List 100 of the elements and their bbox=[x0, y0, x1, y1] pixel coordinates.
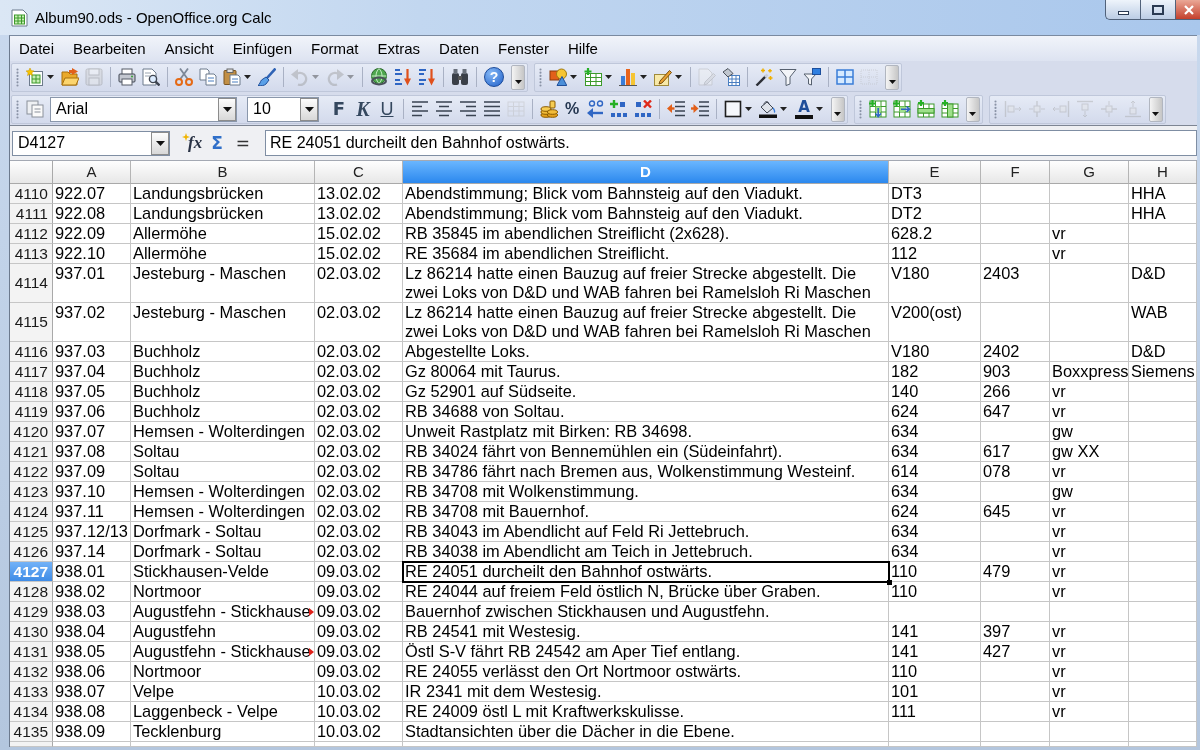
insert-columns-icon[interactable] bbox=[940, 100, 959, 118]
grid-plus-icon[interactable] bbox=[584, 68, 602, 86]
plus-squares-icon[interactable] bbox=[610, 100, 629, 118]
dropdown-button[interactable] bbox=[151, 131, 169, 155]
justify-icon[interactable] bbox=[483, 100, 501, 118]
caret-icon[interactable] bbox=[570, 75, 577, 79]
column-header[interactable]: F bbox=[981, 161, 1050, 184]
row-header[interactable]: 4114 bbox=[10, 264, 53, 303]
grip-icon[interactable] bbox=[993, 99, 997, 119]
menu-item[interactable]: Ansicht bbox=[155, 40, 224, 57]
row-header[interactable]: 4124 bbox=[10, 502, 53, 522]
dropdown-button[interactable] bbox=[218, 97, 236, 121]
column-header[interactable]: H bbox=[1129, 161, 1197, 184]
grip-icon[interactable] bbox=[539, 67, 542, 87]
row-header[interactable]: 4110 bbox=[10, 184, 53, 204]
toolbar-overflow-button[interactable] bbox=[1148, 96, 1163, 122]
row-header[interactable]: 4120 bbox=[10, 422, 53, 442]
align-right-icon[interactable] bbox=[459, 100, 477, 118]
toolbar-overflow-button[interactable] bbox=[830, 96, 845, 122]
align-center-icon[interactable] bbox=[435, 100, 453, 118]
bold-button[interactable]: F bbox=[329, 98, 349, 120]
row-header[interactable]: 4134 bbox=[10, 702, 53, 722]
magic-wand-icon[interactable] bbox=[755, 68, 773, 86]
menu-item[interactable]: Datei bbox=[10, 40, 65, 57]
cross-squares-icon[interactable] bbox=[634, 100, 653, 118]
filter-icon[interactable] bbox=[779, 68, 797, 86]
square-icon[interactable] bbox=[724, 100, 743, 118]
menu-item[interactable]: Einfügen bbox=[223, 40, 302, 57]
row-header[interactable]: 4125 bbox=[10, 522, 53, 542]
row-header[interactable]: 4121 bbox=[10, 442, 53, 462]
row-header[interactable]: 4112 bbox=[10, 224, 53, 244]
row-header[interactable]: 4122 bbox=[10, 462, 53, 482]
pencil-icon[interactable] bbox=[654, 68, 672, 86]
fill-handle-icon[interactable] bbox=[887, 580, 892, 585]
toolbar-overflow-button[interactable] bbox=[885, 64, 899, 90]
row-header[interactable]: 4135 bbox=[10, 722, 53, 742]
paint-bucket-icon[interactable] bbox=[759, 100, 778, 118]
align-left-icon[interactable] bbox=[411, 100, 429, 118]
function-wizard-button[interactable]: fx bbox=[182, 133, 203, 153]
column-header[interactable]: A bbox=[53, 161, 131, 184]
toolbar-overflow-button[interactable] bbox=[511, 64, 525, 90]
column-header[interactable]: G bbox=[1050, 161, 1129, 184]
caret-icon[interactable] bbox=[244, 75, 251, 79]
row-header[interactable]: 4119 bbox=[10, 402, 53, 422]
formula-button[interactable]: = bbox=[235, 133, 251, 153]
minimize-button[interactable] bbox=[1105, 0, 1140, 20]
font-color-button[interactable]: A bbox=[795, 99, 813, 119]
close-button[interactable] bbox=[1175, 0, 1200, 20]
sum-button[interactable]: Σ bbox=[211, 133, 223, 153]
menu-item[interactable]: Daten bbox=[430, 40, 490, 57]
percent-format-button[interactable]: % bbox=[563, 100, 582, 118]
eraser-grid-icon[interactable] bbox=[722, 68, 740, 86]
caret-icon[interactable] bbox=[605, 75, 612, 79]
grid-icon[interactable] bbox=[836, 68, 854, 86]
menu-item[interactable]: Bearbeiten bbox=[64, 40, 156, 57]
open-folder-icon[interactable] bbox=[61, 68, 79, 86]
row-header[interactable]: 4133 bbox=[10, 682, 53, 702]
filter-list-icon[interactable] bbox=[803, 68, 821, 86]
paintbrush-icon[interactable] bbox=[258, 68, 276, 86]
globe-icon[interactable] bbox=[370, 68, 388, 86]
caret-icon[interactable] bbox=[640, 75, 647, 79]
printer-icon[interactable] bbox=[118, 68, 136, 86]
caret-icon[interactable] bbox=[780, 107, 788, 111]
insert-rows-icon[interactable] bbox=[916, 100, 935, 118]
column-header[interactable]: B bbox=[131, 161, 315, 184]
sort-ascending-icon[interactable] bbox=[394, 68, 412, 86]
column-header[interactable]: E bbox=[889, 161, 981, 184]
clipboard-icon[interactable] bbox=[223, 68, 241, 86]
caret-icon[interactable] bbox=[815, 107, 823, 111]
toolbar-overflow-button[interactable] bbox=[965, 96, 980, 122]
row-header[interactable]: 4131 bbox=[10, 642, 53, 662]
menu-item[interactable]: Extras bbox=[368, 40, 431, 57]
row-header[interactable]: 4130 bbox=[10, 622, 53, 642]
row-header[interactable]: 4118 bbox=[10, 382, 53, 402]
grip-icon[interactable] bbox=[16, 99, 19, 119]
row-header[interactable]: 4117 bbox=[10, 362, 53, 382]
increase-indent-icon[interactable] bbox=[691, 100, 710, 118]
font-size-field[interactable]: 10 bbox=[247, 96, 319, 122]
insert-cells-down-icon[interactable] bbox=[868, 100, 887, 118]
dropdown-button[interactable] bbox=[300, 97, 318, 121]
decrease-indent-icon[interactable] bbox=[667, 100, 686, 118]
caret-icon[interactable] bbox=[675, 75, 682, 79]
coins-icon[interactable] bbox=[540, 100, 558, 118]
grip-icon[interactable] bbox=[858, 99, 862, 119]
maximize-button[interactable] bbox=[1140, 0, 1175, 20]
row-header[interactable]: 4116 bbox=[10, 342, 53, 362]
font-name-field[interactable]: Arial bbox=[50, 96, 237, 122]
row-header[interactable]: 4129 bbox=[10, 602, 53, 622]
binoculars-icon[interactable] bbox=[451, 68, 469, 86]
bar-chart-icon[interactable] bbox=[619, 68, 637, 86]
print-preview-icon[interactable] bbox=[142, 68, 160, 86]
scissors-icon[interactable] bbox=[175, 68, 193, 86]
row-header[interactable]: 4111 bbox=[10, 204, 53, 224]
shapes-icon[interactable] bbox=[549, 68, 567, 86]
row-header[interactable]: 4115 bbox=[10, 303, 53, 342]
row-header[interactable]: 4126 bbox=[10, 542, 53, 562]
sort-descending-icon[interactable] bbox=[418, 68, 436, 86]
formula-input-field[interactable]: RE 24051 durcheilt den Bahnhof ostwärts. bbox=[265, 130, 1197, 156]
menu-item[interactable]: Fenster bbox=[489, 40, 559, 57]
italic-button[interactable]: K bbox=[353, 98, 373, 120]
